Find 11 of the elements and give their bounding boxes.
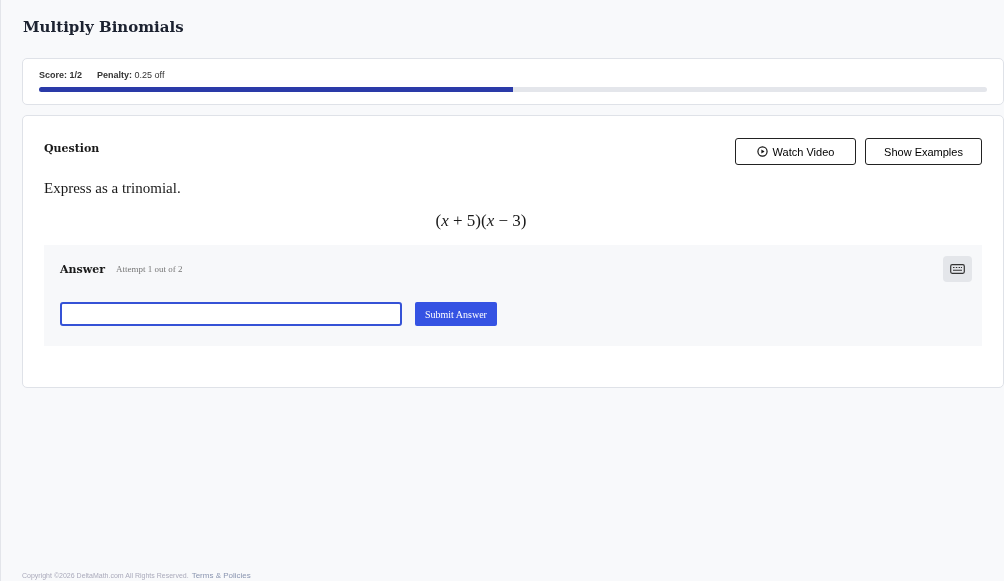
math-expression: (x + 5)(x − 3): [435, 211, 527, 231]
submit-answer-button[interactable]: Submit Answer: [415, 302, 497, 326]
score-text: Score: 1/2: [39, 70, 83, 80]
attempt-text: Attempt 1 out of 2: [116, 264, 183, 274]
question-prompt: Express as a trinomial.: [44, 180, 182, 197]
penalty-text: Penalty: 0.25 off: [97, 70, 165, 80]
question-heading: Question: [44, 142, 100, 155]
page-title: Multiply Binomials: [23, 18, 185, 36]
answer-heading: Answer: [60, 262, 105, 276]
watch-video-button[interactable]: Watch Video: [735, 138, 856, 165]
show-examples-button[interactable]: Show Examples: [865, 138, 982, 165]
